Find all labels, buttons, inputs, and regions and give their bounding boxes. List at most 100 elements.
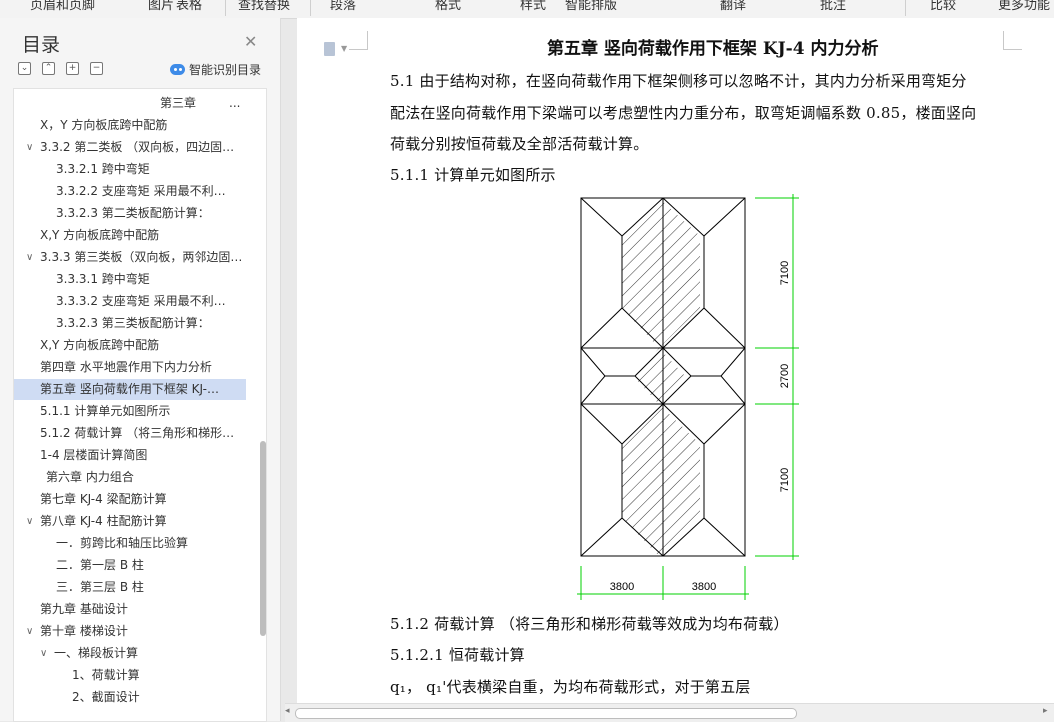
- toc-scrollbar[interactable]: [260, 441, 266, 636]
- chevron-down-icon[interactable]: ∨: [26, 621, 33, 642]
- toolbar-divider: [310, 0, 311, 16]
- toc-item[interactable]: 一．剪跨比和轴压比验算: [14, 533, 246, 554]
- toc-item[interactable]: 1-4 层楼面计算简图: [14, 445, 246, 466]
- toc-item-label: 3.3.3 第三类板（双向板，两邻边固…: [40, 250, 243, 264]
- toc-item-label: 第三章: [160, 96, 197, 110]
- toc-item-label: 第五章 竖向荷载作用下框架 KJ-…: [40, 382, 219, 396]
- paragraph-line: 配法在竖向荷载作用下梁端可以考虑塑性内力重分布，取弯矩调幅系数 0.85，楼面竖…: [390, 104, 977, 122]
- slab-outline: [580, 197, 746, 557]
- toc-item[interactable]: X，Y 方向板底跨中配筋: [14, 115, 246, 136]
- smart-toc-button[interactable]: 智能识别目录: [170, 61, 261, 78]
- toc-panel: 目录 ✕ ⌄ ⌃ + − 智能识别目录 第三章... X，Y 方向板底跨中配筋 ∨ 3…: [0, 18, 281, 722]
- toc-tree: 第三章... X，Y 方向板底跨中配筋 ∨ 3.3.2 第二类板 （双向板，四边固… 3…: [13, 88, 267, 722]
- dim-label-right: 3800: [692, 581, 716, 593]
- paragraph-line: 荷载分别按恒荷载及全部活荷载计算。: [390, 135, 649, 153]
- calculation-unit-figure: 7100 2700 7100 3800 3800: [577, 194, 799, 600]
- toolbar-divider: [905, 0, 906, 16]
- toc-item-label: 3.3.3.1 跨中弯矩: [56, 272, 150, 286]
- toc-item-label: 第十章 楼梯设计: [40, 624, 128, 638]
- toc-item[interactable]: ∨ 第十章 楼梯设计: [14, 621, 246, 642]
- toc-item-label: 3.3.2 第二类板 （双向板，四边固…: [40, 140, 235, 154]
- toc-item-label: 第八章 KJ-4 柱配筋计算: [40, 514, 167, 528]
- document-icon[interactable]: [324, 42, 335, 56]
- toolbar-item[interactable]: 格式: [435, 0, 461, 13]
- toolbar-item[interactable]: 页眉和页脚: [30, 0, 95, 13]
- chevron-down-icon[interactable]: ▼: [341, 44, 347, 53]
- paragraph-line: q₁， q₁'代表横梁自重，为均布荷载形式，对于第五层: [390, 678, 751, 696]
- toc-item-label: 5.1.1 计算单元如图所示: [40, 404, 171, 418]
- section-heading: 5.1.1 计算单元如图所示: [390, 166, 556, 184]
- toc-item[interactable]: 3.3.2.1 跨中弯矩: [14, 159, 246, 180]
- toolbar-divider: [225, 0, 226, 16]
- toc-item[interactable]: 1、荷载计算: [14, 665, 246, 686]
- toc-item[interactable]: 5.1.1 计算单元如图所示: [14, 401, 246, 422]
- toolbar-item[interactable]: 图片: [148, 0, 174, 13]
- toc-item[interactable]: 3.3.2.3 第二类板配筋计算：: [14, 203, 246, 224]
- toc-item[interactable]: 三．第三层 B 柱: [14, 577, 246, 598]
- toc-item[interactable]: 3.3.3.2 支座弯矩 采用最不利…: [14, 291, 246, 312]
- smart-toc-label: 智能识别目录: [189, 63, 262, 77]
- toc-item-label: 二．第一层 B 柱: [56, 558, 144, 572]
- toc-item[interactable]: 3.3.3.1 跨中弯矩: [14, 269, 246, 290]
- toolbar-item[interactable]: 智能排版: [565, 0, 617, 13]
- toolbar-item[interactable]: 翻译: [720, 0, 746, 13]
- toolbar-item[interactable]: 表格: [176, 0, 202, 13]
- top-toolbar: 页眉和页脚 图片 表格 查找替换 段落 格式 样式 智能排版 翻译 批注 比较 更多功能: [0, 0, 1054, 19]
- margin-corner-left: [349, 31, 368, 50]
- toc-item[interactable]: X,Y 方向板底跨中配筋: [14, 225, 246, 246]
- toc-item[interactable]: 第三章...: [14, 93, 246, 114]
- toc-item-ellipsis: ...: [229, 96, 241, 110]
- remove-heading-icon[interactable]: −: [90, 62, 103, 75]
- scroll-left-icon[interactable]: ◂: [285, 706, 290, 716]
- toc-item[interactable]: 2、截面设计: [14, 687, 246, 708]
- expand-all-icon[interactable]: ⌄: [18, 62, 31, 75]
- toc-item[interactable]: 第七章 KJ-4 梁配筋计算: [14, 489, 246, 510]
- toc-item[interactable]: 二．第一层 B 柱: [14, 555, 246, 576]
- toc-item-label: 1、荷载计算: [72, 668, 140, 682]
- toc-item[interactable]: 5.1.2 荷载计算 （将三角形和梯形…: [14, 423, 246, 444]
- chapter-heading: 第五章 竖向荷载作用下框架 KJ-4 内力分析: [547, 39, 879, 59]
- toc-item-label: 第六章 内力组合: [46, 470, 134, 484]
- toc-item-label: 3.3.2.1 跨中弯矩: [56, 162, 150, 176]
- toc-item[interactable]: 第六章 内力组合: [14, 467, 246, 488]
- chevron-down-icon[interactable]: ∨: [26, 247, 33, 268]
- chevron-down-icon[interactable]: ∨: [26, 511, 33, 532]
- toc-item-label: 1-4 层楼面计算简图: [40, 448, 148, 462]
- load-area-hatch: [659, 404, 700, 556]
- toc-item-label: 第九章 基础设计: [40, 602, 128, 616]
- toc-item[interactable]: ∨ 3.3.3 第三类板（双向板，两邻边固…: [14, 247, 246, 268]
- toc-item[interactable]: 3.3.2.2 支座弯矩 采用最不利…: [14, 181, 246, 202]
- scrollbar-thumb[interactable]: [295, 708, 797, 719]
- dim-label-bot: 7100: [779, 468, 791, 492]
- toc-item[interactable]: 第四章 水平地震作用下内力分析: [14, 357, 246, 378]
- toc-item-label: 3.3.2.3 第三类板配筋计算：: [56, 316, 210, 330]
- toolbar-item[interactable]: 比较: [930, 0, 956, 13]
- toc-item[interactable]: ∨ 第八章 KJ-4 柱配筋计算: [14, 511, 246, 532]
- toolbar-item[interactable]: 批注: [820, 0, 846, 13]
- toc-item-label: X,Y 方向板底跨中配筋: [40, 228, 160, 242]
- horizontal-scrollbar[interactable]: ◂ ▸: [285, 703, 1054, 722]
- toc-item-label: 三．第三层 B 柱: [56, 580, 144, 594]
- toc-item[interactable]: 第五章 竖向荷载作用下框架 KJ-…: [14, 379, 246, 400]
- toolbar-item[interactable]: 样式: [520, 0, 546, 13]
- toc-item[interactable]: X,Y 方向板底跨中配筋: [14, 335, 246, 356]
- scroll-right-icon[interactable]: ▸: [1043, 706, 1048, 716]
- chevron-down-icon[interactable]: ∨: [40, 643, 47, 664]
- toolbar-item[interactable]: 更多功能: [998, 0, 1050, 13]
- collapse-all-icon[interactable]: ⌃: [42, 62, 55, 75]
- chevron-down-icon[interactable]: ∨: [26, 137, 33, 158]
- toc-item-label: 第四章 水平地震作用下内力分析: [40, 360, 212, 374]
- toc-item[interactable]: ∨ 3.3.2 第二类板 （双向板，四边固…: [14, 137, 246, 158]
- toc-title: 目录: [22, 34, 61, 56]
- toolbar-item[interactable]: 段落: [330, 0, 356, 13]
- dim-label-top: 7100: [779, 261, 791, 285]
- toc-item[interactable]: 3.3.2.3 第三类板配筋计算：: [14, 313, 246, 334]
- toc-item[interactable]: 第九章 基础设计: [14, 599, 246, 620]
- add-heading-icon[interactable]: +: [66, 62, 79, 75]
- toc-item-label: X，Y 方向板底跨中配筋: [40, 118, 168, 132]
- close-icon[interactable]: ✕: [244, 32, 257, 51]
- toolbar-item[interactable]: 查找替换: [238, 0, 290, 13]
- section-heading: 5.1.2 荷载计算 （将三角形和梯形荷载等效成为均布荷载）: [390, 615, 789, 633]
- load-area-hatch: [659, 198, 700, 348]
- toc-item[interactable]: ∨ 一、梯段板计算: [14, 643, 246, 664]
